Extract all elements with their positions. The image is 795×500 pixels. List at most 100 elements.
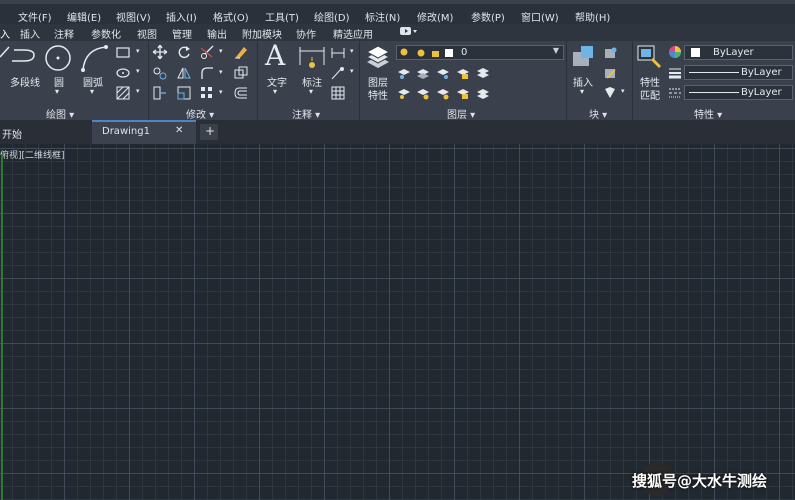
- video-toggle-icon[interactable]: [399, 25, 419, 40]
- match-properties-label-2[interactable]: 匹配: [640, 87, 660, 102]
- polyline-icon[interactable]: [12, 47, 40, 63]
- close-tab-icon[interactable]: ✕: [175, 125, 183, 136]
- block-attributes-icon[interactable]: [603, 86, 617, 100]
- text-dropdown-icon[interactable]: ▾: [273, 87, 277, 96]
- color-dropdown[interactable]: ByLayer: [684, 45, 793, 60]
- fillet-icon[interactable]: [200, 66, 214, 80]
- new-tab-button[interactable]: +: [200, 124, 218, 140]
- tab-output[interactable]: 输出: [207, 26, 227, 41]
- menu-dimension[interactable]: 标注(N): [365, 9, 400, 24]
- linetype-dropdown[interactable]: ByLayer: [684, 85, 793, 100]
- tab-home[interactable]: 入: [0, 26, 10, 41]
- create-block-icon[interactable]: [603, 46, 617, 60]
- menu-modify[interactable]: 修改(M): [417, 9, 453, 24]
- hatch-dropdown-icon[interactable]: ▾: [136, 87, 140, 95]
- trim-icon[interactable]: [200, 45, 214, 59]
- stretch-icon[interactable]: [153, 86, 167, 100]
- line-icon[interactable]: [0, 45, 10, 59]
- layer-properties-label-2[interactable]: 特性: [368, 87, 388, 102]
- block-attributes-dropdown-icon[interactable]: ▾: [621, 87, 625, 95]
- start-tab[interactable]: 开始: [0, 120, 92, 144]
- match-properties-icon[interactable]: [637, 44, 663, 70]
- leader-dropdown-icon[interactable]: ▾: [350, 67, 354, 75]
- tab-manage[interactable]: 管理: [172, 26, 192, 41]
- lineweight-dropdown[interactable]: ByLayer: [684, 65, 793, 80]
- layer-thaw-icon[interactable]: [436, 86, 450, 100]
- layer-properties-icon[interactable]: [365, 44, 391, 70]
- tab-insert[interactable]: 插入: [20, 26, 40, 41]
- array-dropdown-icon[interactable]: ▾: [219, 88, 223, 96]
- arc-dropdown-icon[interactable]: ▾: [90, 87, 94, 96]
- array-icon[interactable]: [200, 86, 214, 100]
- edit-block-icon[interactable]: [603, 66, 617, 80]
- title-bar-strip: [0, 0, 795, 4]
- menu-help[interactable]: 帮助(H): [575, 9, 610, 24]
- menu-window[interactable]: 窗口(W): [521, 9, 559, 24]
- layer-dropdown[interactable]: 0 ▼: [396, 45, 564, 60]
- menu-parametric[interactable]: 参数(P): [471, 9, 505, 24]
- offset-icon[interactable]: [234, 86, 248, 100]
- layer-freeze-icon[interactable]: [416, 86, 430, 100]
- polyline-label[interactable]: 多段线: [10, 74, 40, 89]
- drawing1-tab[interactable]: Drawing1 ✕: [92, 120, 196, 144]
- menu-draw[interactable]: 绘图(D): [314, 9, 350, 24]
- new-tab-plus-icon: +: [205, 124, 216, 138]
- menu-format[interactable]: 格式(O): [213, 9, 249, 24]
- annotation-panel-title[interactable]: 注释 ▾: [292, 106, 320, 121]
- dimension-dropdown-icon[interactable]: ▾: [309, 87, 313, 96]
- insert-block-icon[interactable]: [571, 44, 597, 70]
- block-panel-title[interactable]: 块 ▾: [589, 106, 607, 121]
- properties-panel-title[interactable]: 特性 ▾: [694, 106, 722, 121]
- move-icon[interactable]: [153, 45, 167, 59]
- layer-match-icon[interactable]: [397, 66, 411, 80]
- ellipse-icon[interactable]: [116, 66, 130, 80]
- linetype-value: ByLayer: [741, 87, 782, 98]
- menu-insert[interactable]: 插入(I): [166, 9, 197, 24]
- linear-dim-icon[interactable]: [331, 46, 345, 60]
- insert-dropdown-icon[interactable]: ▾: [580, 87, 584, 96]
- copy-icon[interactable]: [153, 66, 167, 80]
- circle-dropdown-icon[interactable]: ▾: [55, 87, 59, 96]
- tab-collaborate[interactable]: 协作: [296, 26, 316, 41]
- ribbon-tab-bar: 入 插入 注释 参数化 视图 管理 输出 附加模块 协作 精选应用: [0, 24, 795, 42]
- tab-featured-apps[interactable]: 精选应用: [333, 26, 373, 41]
- hatch-icon[interactable]: [116, 86, 130, 100]
- tab-parametric[interactable]: 参数化: [91, 26, 121, 41]
- linear-dim-dropdown-icon[interactable]: ▾: [350, 47, 354, 55]
- layers-panel-title[interactable]: 图层 ▾: [447, 106, 475, 121]
- menu-edit[interactable]: 编辑(E): [67, 9, 101, 24]
- arc-icon[interactable]: [80, 44, 108, 72]
- trim-dropdown-icon[interactable]: ▾: [219, 47, 223, 55]
- fillet-dropdown-icon[interactable]: ▾: [219, 68, 223, 76]
- layer-merge-icon[interactable]: [476, 86, 490, 100]
- mirror-icon[interactable]: [177, 66, 191, 80]
- leader-icon[interactable]: [331, 66, 345, 80]
- menu-view[interactable]: 视图(V): [116, 9, 151, 24]
- dimension-icon[interactable]: [298, 45, 326, 73]
- tab-view[interactable]: 视图: [137, 26, 157, 41]
- erase-icon[interactable]: [234, 45, 248, 59]
- menu-tools[interactable]: 工具(T): [265, 9, 299, 24]
- layer-previous-icon[interactable]: [416, 66, 430, 80]
- layer-isolate-icon[interactable]: [436, 66, 450, 80]
- layer-off-icon[interactable]: [397, 86, 411, 100]
- ellipse-dropdown-icon[interactable]: ▾: [136, 67, 140, 75]
- layer-lock-icon[interactable]: [456, 66, 470, 80]
- explode-icon[interactable]: [234, 66, 248, 80]
- table-icon[interactable]: [331, 86, 345, 100]
- draw-panel-title[interactable]: 绘图 ▾: [46, 106, 74, 121]
- tab-annotate[interactable]: 注释: [54, 26, 74, 41]
- layer-copy-icon[interactable]: [476, 66, 490, 80]
- layer-unlock-icon[interactable]: [456, 86, 470, 100]
- start-tab-label: 开始: [2, 130, 22, 141]
- viewport-controls-label[interactable]: 俯视][二维线框]: [0, 148, 65, 161]
- text-icon[interactable]: A: [265, 39, 285, 72]
- rotate-icon[interactable]: [177, 45, 191, 59]
- modify-panel-title[interactable]: 修改 ▾: [186, 106, 214, 121]
- scale-icon[interactable]: [177, 86, 191, 100]
- drawing-canvas[interactable]: 俯视][二维线框]: [0, 144, 795, 500]
- rectangle-dropdown-icon[interactable]: ▾: [136, 47, 140, 55]
- menu-file[interactable]: 文件(F): [18, 9, 52, 24]
- circle-icon[interactable]: [44, 44, 72, 72]
- rectangle-icon[interactable]: [116, 46, 130, 60]
